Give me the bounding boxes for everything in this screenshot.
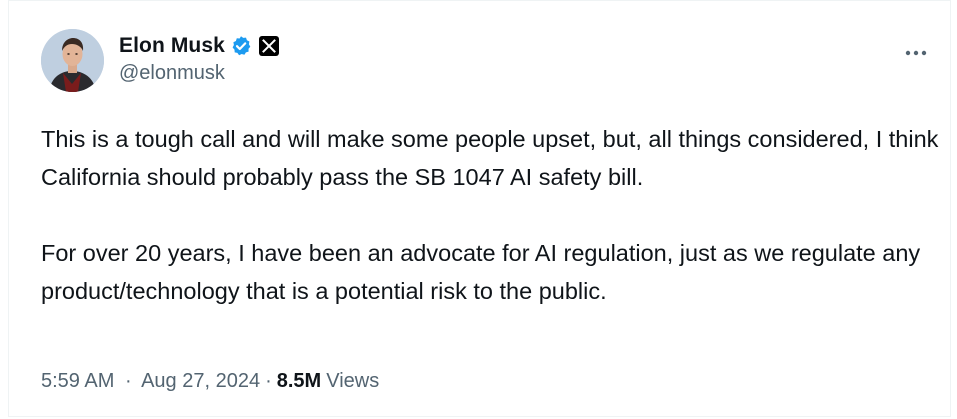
avatar-image xyxy=(41,29,104,92)
tweet-paragraph: For over 20 years, I have been an advoca… xyxy=(41,240,921,304)
x-logo-icon[interactable] xyxy=(258,36,279,56)
separator-dot: · xyxy=(265,370,272,392)
tweet-time: 5:59 AM xyxy=(41,370,115,392)
more-options-button[interactable] xyxy=(902,41,930,65)
more-horizontal-icon xyxy=(905,50,927,56)
tweet-paragraph: This is a tough call and will make some … xyxy=(41,126,939,190)
tweet-time-link[interactable]: 5:59 AM · Aug 27, 2024 xyxy=(41,370,260,393)
tweet-date: Aug 27, 2024 xyxy=(141,370,261,392)
views-count: 8.5M xyxy=(276,370,322,392)
avatar[interactable] xyxy=(41,29,104,92)
author-display-name[interactable]: Elon Musk xyxy=(119,34,225,58)
views-link[interactable]: 8.5M Views xyxy=(277,370,379,393)
tweet-card: Elon Musk @elonmusk This is a tough call… xyxy=(8,0,951,417)
tweet-text: This is a tough call and will make some … xyxy=(41,120,941,310)
author-handle[interactable]: @elonmusk xyxy=(119,62,225,85)
separator-dot: · xyxy=(124,370,132,392)
author-name-row: Elon Musk xyxy=(119,32,279,60)
views-label: Views xyxy=(326,370,380,392)
verified-badge-icon[interactable] xyxy=(230,35,252,57)
tweet-meta: 5:59 AM · Aug 27, 2024 · 8.5M Views xyxy=(41,370,379,393)
